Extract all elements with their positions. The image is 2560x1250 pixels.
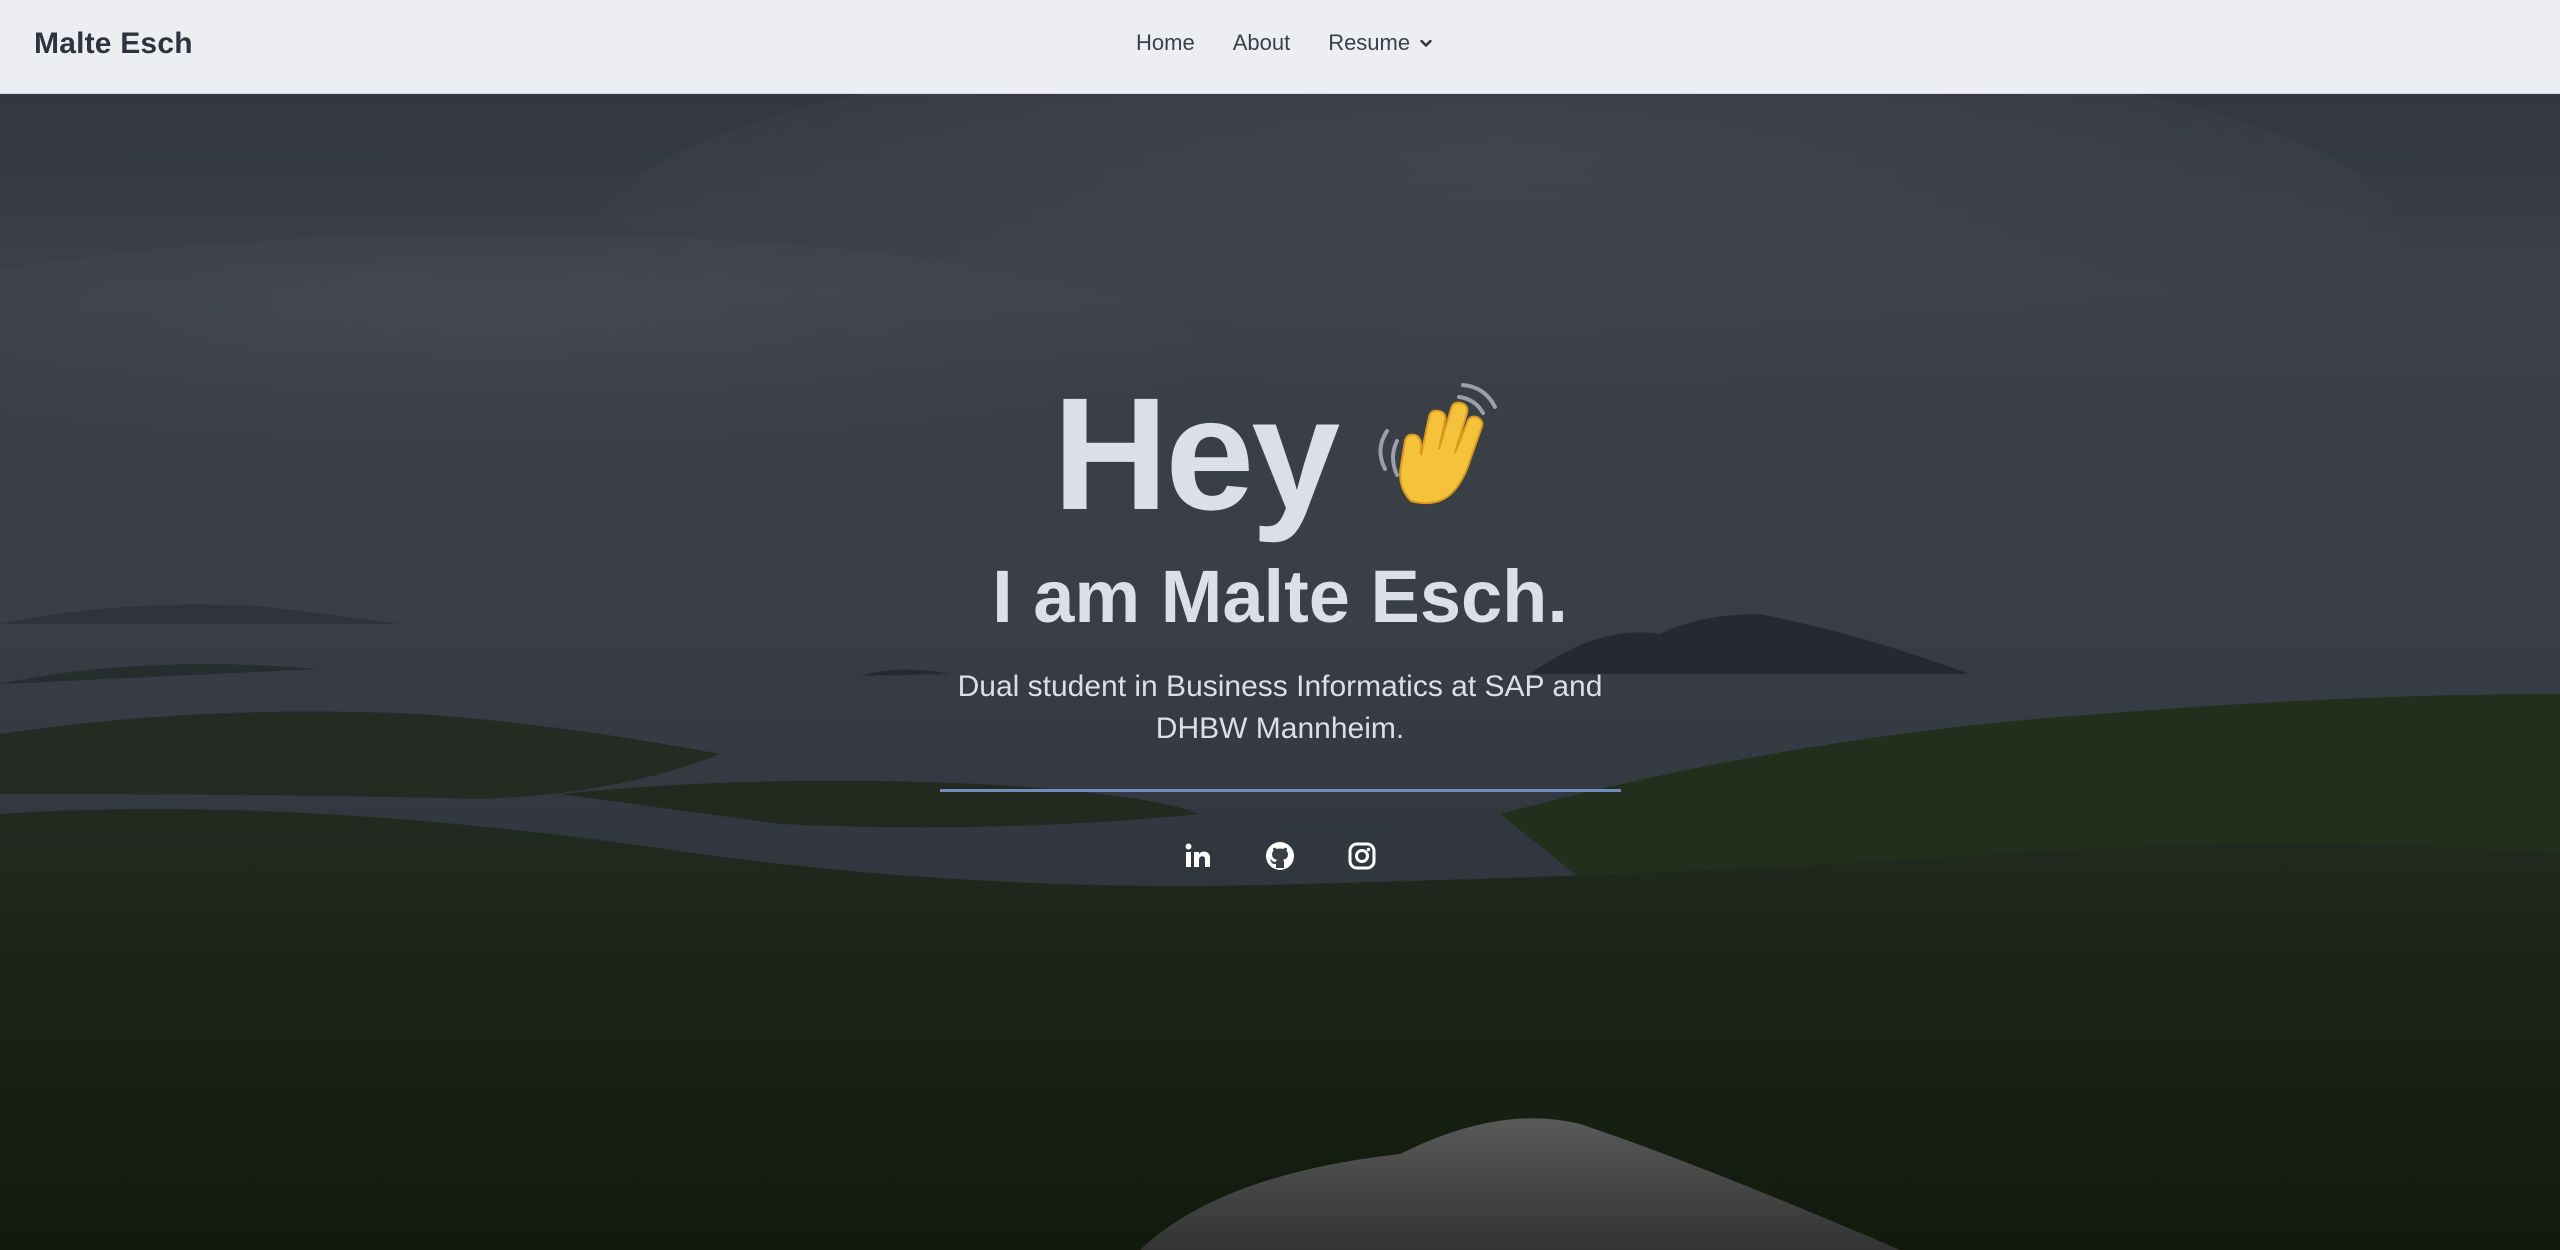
nav-link-about[interactable]: About	[1233, 30, 1291, 56]
nav-dropdown-resume[interactable]: Resume	[1328, 30, 1434, 56]
hero-divider	[940, 789, 1621, 792]
waving-hand-icon	[1367, 377, 1507, 542]
hero-content: Hey I am Malte Esch. Dual student in Bus…	[0, 94, 2560, 1250]
hero-section: Hey I am Malte Esch. Dual student in Bus…	[0, 94, 2560, 1250]
chevron-down-icon	[1420, 39, 1432, 47]
linkedin-link[interactable]	[1183, 841, 1213, 871]
brand-logo-link[interactable]: Malte Esch	[34, 27, 193, 61]
hero-greeting-text: Hey	[1052, 364, 1341, 543]
instagram-icon	[1348, 842, 1376, 870]
nav-link-home-label: Home	[1136, 30, 1195, 55]
nav-link-about-label: About	[1232, 30, 1291, 55]
top-navbar: Malte Esch Home About Resume	[0, 0, 2560, 94]
github-icon	[1266, 842, 1294, 870]
nav-dropdown-resume-label: Resume	[1328, 30, 1411, 55]
instagram-link[interactable]	[1347, 841, 1377, 871]
hero-subtitle: Dual student in Business Informatics at …	[957, 670, 1603, 745]
social-links	[0, 841, 2560, 871]
linkedin-icon	[1185, 843, 1210, 867]
github-link[interactable]	[1265, 841, 1295, 871]
nav-links: Home About Resume	[1136, 30, 1434, 56]
hero-title: I am Malte Esch.	[992, 555, 1568, 638]
hero-greeting: Hey	[0, 374, 2560, 542]
nav-link-home[interactable]: Home	[1136, 30, 1195, 56]
